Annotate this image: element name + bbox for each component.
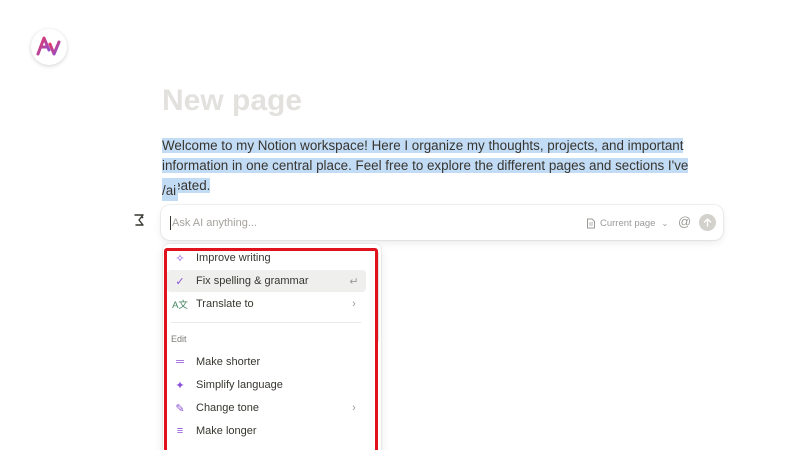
- page-body-paragraph[interactable]: Welcome to my Notion workspace! Here I o…: [162, 136, 722, 196]
- menu-item-label: Improve writing: [196, 252, 271, 264]
- chevron-right-icon: ›: [352, 298, 356, 310]
- text-cursor: [170, 216, 171, 230]
- slash-command-text[interactable]: /ai: [162, 181, 179, 201]
- menu-scrollbar[interactable]: [375, 252, 379, 342]
- make-shorter-icon: ═: [176, 356, 184, 368]
- ai-face-icon: [131, 212, 147, 228]
- chevron-down-icon: ⌄: [661, 218, 669, 228]
- selected-text: Welcome to my Notion workspace! Here I o…: [162, 138, 689, 193]
- arrow-up-icon: [703, 218, 712, 227]
- page-icon: [587, 218, 595, 228]
- menu-item-translate-to[interactable]: A文 Translate to ›: [167, 293, 366, 315]
- ask-ai-input[interactable]: [172, 213, 572, 233]
- menu-item-label: Change tone: [196, 402, 259, 414]
- menu-item-improve-writing[interactable]: ✧ Improve writing: [167, 247, 366, 269]
- menu-item-change-tone[interactable]: ✎ Change tone ›: [167, 397, 366, 419]
- context-selector[interactable]: Current page ⌄: [586, 215, 668, 231]
- chevron-right-icon: ›: [352, 402, 356, 414]
- menu-item-make-longer[interactable]: ≡ Make longer: [167, 420, 366, 442]
- check-icon: ✓: [175, 275, 185, 288]
- menu-divider: [171, 322, 361, 323]
- menu-item-label: Make longer: [196, 425, 257, 437]
- menu-item-fix-spelling[interactable]: ✓ Fix spelling & grammar ↵: [167, 270, 366, 292]
- send-button[interactable]: [699, 214, 716, 231]
- logo-icon: [36, 36, 61, 56]
- mention-button[interactable]: @: [678, 214, 691, 229]
- page-title[interactable]: New page: [162, 84, 302, 118]
- app-logo: [31, 29, 67, 65]
- menu-item-label: Simplify language: [196, 379, 283, 391]
- menu-item-make-shorter[interactable]: ═ Make shorter: [167, 351, 366, 373]
- enter-icon: ↵: [349, 275, 359, 288]
- make-longer-icon: ≡: [176, 425, 184, 437]
- menu-item-simplify-language[interactable]: ✦ Simplify language: [167, 374, 366, 396]
- menu-section-edit: Edit: [171, 334, 187, 344]
- ai-actions-menu: ✧ Improve writing ✓ Fix spelling & gramm…: [163, 244, 381, 450]
- context-label: Current page: [600, 217, 656, 229]
- translate-icon: A文: [172, 300, 188, 311]
- simplify-icon: ✦: [175, 379, 185, 392]
- menu-item-label: Make shorter: [196, 356, 261, 368]
- pen-icon: ✎: [175, 402, 185, 415]
- menu-item-label: Fix spelling & grammar: [196, 275, 309, 287]
- ask-ai-bar: Current page ⌄ @: [161, 205, 723, 240]
- sparkle-icon: ✧: [175, 252, 185, 265]
- menu-item-label: Translate to: [196, 298, 254, 310]
